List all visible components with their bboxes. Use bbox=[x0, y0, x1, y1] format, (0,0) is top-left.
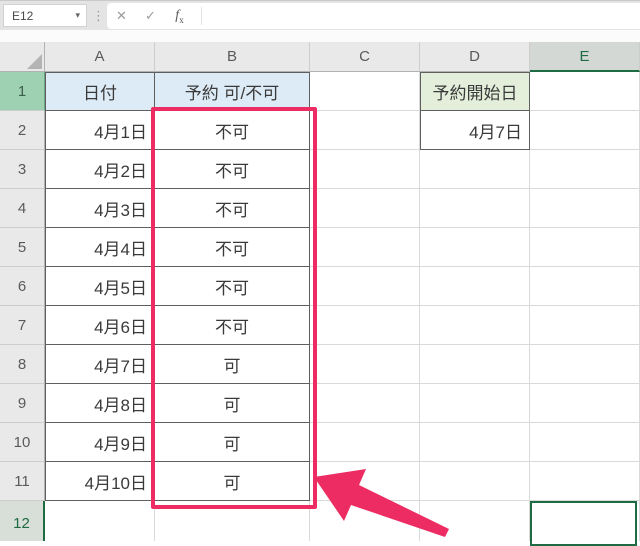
more-options-icon[interactable]: ⋮ bbox=[92, 1, 105, 31]
cell-B4[interactable]: 不可 bbox=[155, 189, 310, 228]
row-header-5[interactable]: 5 bbox=[0, 228, 45, 267]
cell-B7[interactable]: 不可 bbox=[155, 306, 310, 345]
name-box-value: E12 bbox=[12, 8, 34, 23]
cell-B10[interactable]: 可 bbox=[155, 423, 310, 462]
row-header-10[interactable]: 10 bbox=[0, 423, 45, 462]
cell-A9[interactable]: 4月8日 bbox=[45, 384, 155, 423]
cell-B11[interactable]: 可 bbox=[155, 462, 310, 501]
cancel-icon[interactable]: ✕ bbox=[107, 8, 136, 24]
column-header-d[interactable]: D bbox=[420, 42, 530, 72]
cell-C12[interactable] bbox=[310, 501, 420, 541]
cell-A5[interactable]: 4月4日 bbox=[45, 228, 155, 267]
cell-E3[interactable] bbox=[530, 150, 640, 189]
cell-A4[interactable]: 4月3日 bbox=[45, 189, 155, 228]
cell-E6[interactable] bbox=[530, 267, 640, 306]
cell-E10[interactable] bbox=[530, 423, 640, 462]
formula-panel: ✕ ✓ fx bbox=[107, 3, 640, 29]
cell-B5[interactable]: 不可 bbox=[155, 228, 310, 267]
insert-function-icon[interactable]: fx bbox=[165, 8, 194, 25]
cell-D1[interactable]: 予約開始日 bbox=[420, 72, 530, 111]
cell-D12[interactable] bbox=[420, 501, 530, 541]
cell-B6[interactable]: 不可 bbox=[155, 267, 310, 306]
column-header-a[interactable]: A bbox=[45, 42, 155, 72]
cell-E5[interactable] bbox=[530, 228, 640, 267]
select-all-triangle-icon bbox=[27, 54, 42, 69]
column-header-c[interactable]: C bbox=[310, 42, 420, 72]
cell-D7[interactable] bbox=[420, 306, 530, 345]
row-header-7[interactable]: 7 bbox=[0, 306, 45, 345]
row-header-6[interactable]: 6 bbox=[0, 267, 45, 306]
cell-C9[interactable] bbox=[310, 384, 420, 423]
cell-B12[interactable] bbox=[155, 501, 310, 541]
row-header-12[interactable]: 12 bbox=[0, 501, 45, 541]
cell-E11[interactable] bbox=[530, 462, 640, 501]
formula-bar-strip: E12 ▾ ⋮ ✕ ✓ fx bbox=[0, 0, 640, 30]
name-box[interactable]: E12 ▾ bbox=[3, 4, 87, 27]
cell-D10[interactable] bbox=[420, 423, 530, 462]
cell-D8[interactable] bbox=[420, 345, 530, 384]
fx-x: x bbox=[179, 14, 184, 25]
cell-D4[interactable] bbox=[420, 189, 530, 228]
cell-E9[interactable] bbox=[530, 384, 640, 423]
cell-C1[interactable] bbox=[310, 72, 420, 111]
spreadsheet-grid: A B C D E 1 日付 予約 可/不可 予約開始日 2 4月1日 不可 4… bbox=[0, 42, 640, 541]
cell-A3[interactable]: 4月2日 bbox=[45, 150, 155, 189]
row-header-3[interactable]: 3 bbox=[0, 150, 45, 189]
select-all-button[interactable] bbox=[0, 42, 45, 72]
row-header-9[interactable]: 9 bbox=[0, 384, 45, 423]
cell-E12[interactable] bbox=[530, 501, 640, 541]
row-header-8[interactable]: 8 bbox=[0, 345, 45, 384]
cell-E7[interactable] bbox=[530, 306, 640, 345]
cell-B9[interactable]: 可 bbox=[155, 384, 310, 423]
cell-C6[interactable] bbox=[310, 267, 420, 306]
cell-E4[interactable] bbox=[530, 189, 640, 228]
cell-B2[interactable]: 不可 bbox=[155, 111, 310, 150]
cell-C5[interactable] bbox=[310, 228, 420, 267]
cell-C4[interactable] bbox=[310, 189, 420, 228]
cell-E1[interactable] bbox=[530, 72, 640, 111]
cell-A8[interactable]: 4月7日 bbox=[45, 345, 155, 384]
cell-E8[interactable] bbox=[530, 345, 640, 384]
toolbar-gap bbox=[0, 30, 640, 42]
row-header-4[interactable]: 4 bbox=[0, 189, 45, 228]
cell-D3[interactable] bbox=[420, 150, 530, 189]
cell-D9[interactable] bbox=[420, 384, 530, 423]
cell-C2[interactable] bbox=[310, 111, 420, 150]
chevron-down-icon[interactable]: ▾ bbox=[75, 10, 86, 21]
cell-C7[interactable] bbox=[310, 306, 420, 345]
cell-A2[interactable]: 4月1日 bbox=[45, 111, 155, 150]
cell-C3[interactable] bbox=[310, 150, 420, 189]
cell-A10[interactable]: 4月9日 bbox=[45, 423, 155, 462]
cell-D5[interactable] bbox=[420, 228, 530, 267]
row-header-2[interactable]: 2 bbox=[0, 111, 45, 150]
row-header-1[interactable]: 1 bbox=[0, 72, 45, 111]
cell-A11[interactable]: 4月10日 bbox=[45, 462, 155, 501]
cell-D6[interactable] bbox=[420, 267, 530, 306]
cell-A12[interactable] bbox=[45, 501, 155, 541]
cell-A7[interactable]: 4月6日 bbox=[45, 306, 155, 345]
cell-A1[interactable]: 日付 bbox=[45, 72, 155, 111]
cell-D2[interactable]: 4月7日 bbox=[420, 111, 530, 150]
cell-C11[interactable] bbox=[310, 462, 420, 501]
column-header-e[interactable]: E bbox=[530, 42, 640, 72]
cell-C8[interactable] bbox=[310, 345, 420, 384]
cell-A6[interactable]: 4月5日 bbox=[45, 267, 155, 306]
cell-B1[interactable]: 予約 可/不可 bbox=[155, 72, 310, 111]
cell-B8[interactable]: 可 bbox=[155, 345, 310, 384]
column-header-b[interactable]: B bbox=[155, 42, 310, 72]
cell-D11[interactable] bbox=[420, 462, 530, 501]
enter-icon[interactable]: ✓ bbox=[136, 8, 165, 24]
formula-input[interactable] bbox=[202, 3, 640, 29]
cell-E2[interactable] bbox=[530, 111, 640, 150]
cell-B3[interactable]: 不可 bbox=[155, 150, 310, 189]
row-header-11[interactable]: 11 bbox=[0, 462, 45, 501]
cell-C10[interactable] bbox=[310, 423, 420, 462]
